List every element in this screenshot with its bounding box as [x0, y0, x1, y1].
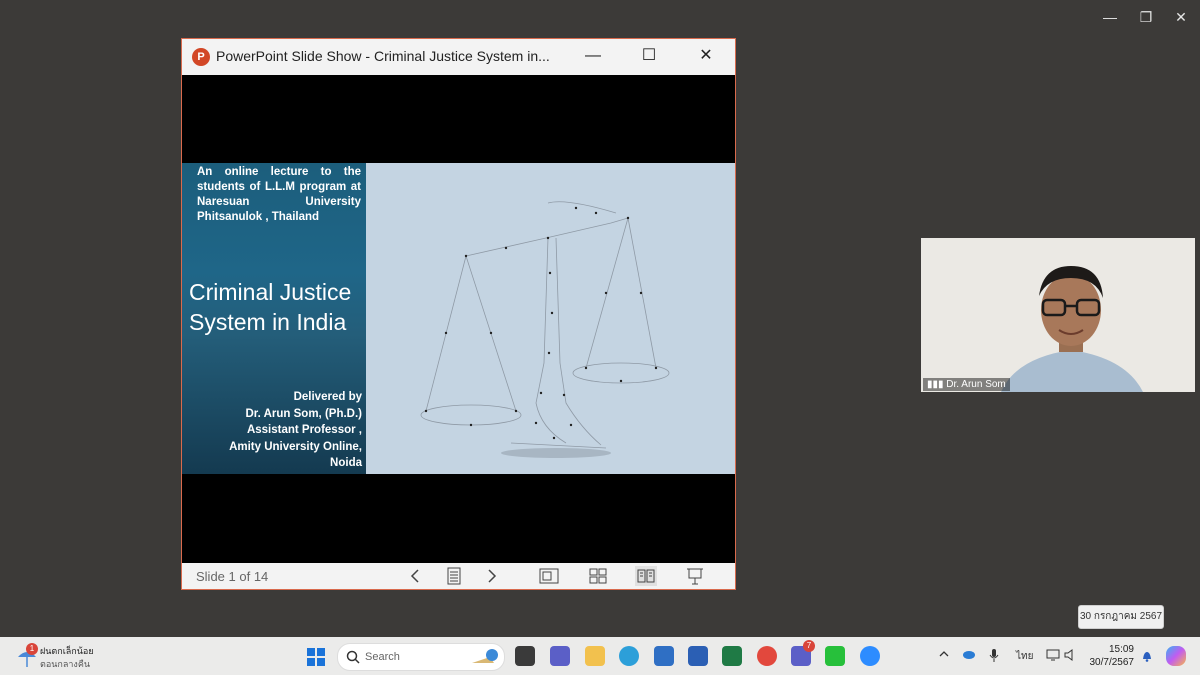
store-icon[interactable]	[654, 646, 674, 666]
taskbar-search[interactable]: Search	[337, 643, 505, 671]
slide-delivered-by: Delivered by Dr. Arun Som, (Ph.D.) Assis…	[187, 389, 362, 472]
search-icon	[346, 650, 360, 664]
participant-name-label: ▮▮▮ Dr. Arun Som	[923, 378, 1010, 391]
volume-icon[interactable]	[1064, 649, 1076, 664]
notification-bell-icon[interactable]	[1141, 649, 1153, 665]
chrome-icon[interactable]	[757, 646, 777, 666]
slide-list-icon	[447, 567, 461, 585]
search-highlight-icon	[472, 649, 498, 663]
slideshow-button[interactable]	[684, 566, 706, 586]
maximize-button[interactable]: ☐	[636, 45, 662, 67]
slide-image-panel	[366, 163, 735, 474]
copilot-icon[interactable]	[1166, 646, 1186, 666]
monitor-icon	[1046, 649, 1060, 661]
delivered-line: Delivered by	[293, 391, 362, 403]
word-icon[interactable]	[688, 646, 708, 666]
title-bar[interactable]: P PowerPoint Slide Show - Criminal Justi…	[182, 39, 735, 75]
slide-left-panel: An online lecture to the students of L.L…	[182, 163, 366, 474]
task-view-icon[interactable]	[515, 646, 535, 666]
delivered-line: Assistant Professor ,	[246, 424, 362, 436]
weather-condition: ฝนตกเล็กน้อย	[40, 646, 94, 656]
window-title: PowerPoint Slide Show - Criminal Justice…	[216, 48, 550, 64]
delivered-line: Amity University Online,	[229, 440, 362, 453]
onedrive-icon[interactable]	[962, 649, 976, 662]
show-hidden-icons-button[interactable]	[939, 649, 949, 662]
slide[interactable]: An online lecture to the students of L.L…	[182, 163, 735, 474]
participant-video[interactable]: ▮▮▮ Dr. Arun Som	[921, 238, 1195, 392]
line-icon[interactable]	[825, 646, 845, 666]
chevron-left-icon	[410, 569, 419, 583]
input-language[interactable]: ไทย	[1016, 649, 1033, 664]
weather-badge: 1	[26, 643, 38, 655]
clock-date: 30/7/2567	[1089, 657, 1135, 668]
close-button[interactable]: ✕	[693, 45, 719, 67]
book-icon	[637, 569, 655, 583]
slide-list-button[interactable]	[443, 566, 465, 586]
teams-badge: 7	[803, 640, 815, 652]
desktop-close-button[interactable]: ✕	[1169, 8, 1193, 26]
signal-icon: ▮▮▮	[927, 379, 947, 390]
edge-icon[interactable]	[619, 646, 639, 666]
powerpoint-icon: P	[192, 48, 210, 66]
teams-chat-icon[interactable]	[550, 646, 570, 666]
zoom-icon[interactable]	[860, 646, 880, 666]
bell-icon	[1143, 652, 1151, 662]
slide-intro-text: An online lecture to the students of L.L…	[197, 166, 361, 223]
scales-of-justice-image	[420, 201, 670, 458]
participant-name: Dr. Arun Som	[946, 379, 1006, 390]
search-placeholder: Search	[365, 651, 400, 663]
next-slide-button[interactable]	[481, 566, 503, 586]
minimize-button[interactable]: —	[580, 45, 606, 67]
chevron-right-icon	[488, 569, 497, 583]
start-button[interactable]	[306, 647, 326, 667]
previous-slide-button[interactable]	[405, 566, 427, 586]
weather-time: ตอนกลางคืน	[40, 659, 90, 669]
normal-view-icon	[539, 568, 559, 584]
teams-icon[interactable]: 7	[791, 640, 815, 666]
grid-icon	[589, 568, 607, 584]
taskbar: 1 ฝนตกเล็กน้อย ตอนกลางคืน Search 7 ไทย 1…	[0, 637, 1200, 675]
slide-title: Criminal Justice System in India	[189, 279, 352, 335]
microphone-icon[interactable]	[989, 649, 999, 666]
clock-time: 15:09	[1108, 644, 1134, 655]
delivered-line: Noida	[330, 457, 362, 469]
slide-sorter-button[interactable]	[587, 566, 609, 586]
windows-icon	[307, 648, 325, 666]
speaker-icon	[1064, 649, 1073, 661]
slideshow-controls: Slide 1 of 14	[182, 563, 735, 589]
presenter-image	[921, 238, 1195, 392]
reading-view-button[interactable]	[635, 566, 657, 586]
normal-view-button[interactable]	[538, 566, 560, 586]
desktop-minimize-button[interactable]: —	[1098, 8, 1122, 26]
chevron-up-icon	[939, 651, 949, 657]
network-icon[interactable]	[1046, 649, 1060, 664]
presentation-icon	[687, 568, 703, 585]
excel-icon[interactable]	[722, 646, 742, 666]
cloud-icon	[963, 651, 975, 659]
date-tooltip: 30 กรกฎาคม 2567	[1078, 605, 1164, 629]
delivered-line: Dr. Arun Som, (Ph.D.)	[245, 407, 363, 420]
file-explorer-icon[interactable]	[585, 646, 605, 666]
mic-icon	[989, 649, 999, 662]
slide-counter: Slide 1 of 14	[196, 569, 269, 584]
weather-widget[interactable]: 1 ฝนตกเล็กน้อย ตอนกลางคืน	[16, 643, 116, 671]
desktop-restore-button[interactable]: ❐	[1134, 8, 1158, 26]
powerpoint-window: P PowerPoint Slide Show - Criminal Justi…	[181, 38, 736, 590]
clock[interactable]: 15:09 30/7/2567	[1086, 643, 1135, 669]
